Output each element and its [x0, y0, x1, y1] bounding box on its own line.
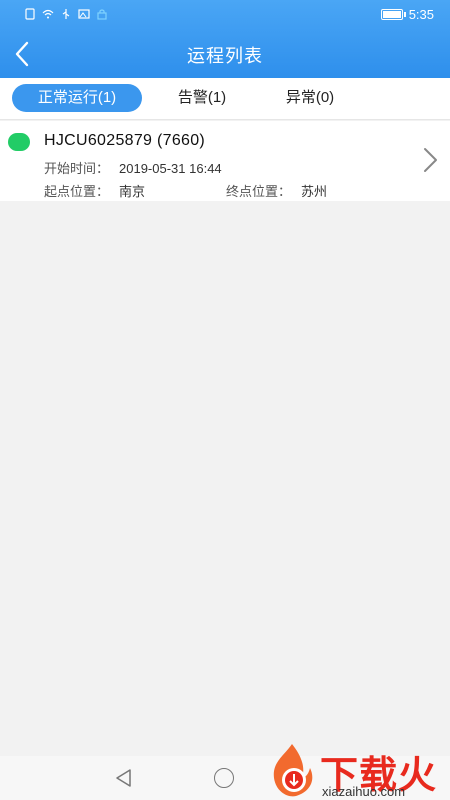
- lock-icon: [97, 9, 107, 20]
- chevron-right-icon: [424, 148, 437, 172]
- battery-icon: [380, 9, 406, 20]
- status-icons: [24, 8, 108, 20]
- status-dot: [8, 133, 30, 151]
- tab-normal[interactable]: 正常运行(1): [12, 84, 142, 112]
- end-pos-label: 终点位置：: [226, 184, 292, 199]
- flame-logo-icon: [273, 744, 313, 797]
- start-time-label: 开始时间：: [44, 161, 110, 176]
- status-right: 5:35: [380, 7, 434, 22]
- wifi-icon: [42, 9, 54, 19]
- status-bar: 5:35: [0, 0, 450, 30]
- start-time-row: 开始时间： 2019-05-31 16:44: [44, 158, 222, 177]
- nav-home-icon[interactable]: [214, 768, 234, 788]
- trip-list-item[interactable]: HJCU6025879 (7660) 开始时间： 2019-05-31 16:44…: [0, 121, 450, 201]
- app-header: 5:35 运程列表: [0, 0, 450, 78]
- nav-bar: 运程列表: [0, 30, 450, 78]
- start-time-value: 2019-05-31 16:44: [119, 161, 222, 176]
- usb-icon: [62, 9, 70, 19]
- image-icon: [78, 9, 90, 19]
- start-pos-row: 起点位置： 南京: [44, 181, 145, 200]
- start-pos-value: 南京: [119, 184, 146, 199]
- tab-abnormal[interactable]: 异常(0): [268, 84, 352, 112]
- sim-icon: [25, 8, 35, 20]
- tab-bar: 正常运行(1) 告警(1) 异常(0): [0, 78, 450, 120]
- tab-alarm[interactable]: 告警(1): [160, 84, 244, 112]
- watermark: 下载火 xiazaihuo.com: [262, 740, 450, 800]
- page-title: 运程列表: [187, 46, 263, 66]
- end-pos-value: 苏州: [301, 184, 328, 199]
- end-pos-row: 终点位置： 苏州: [226, 181, 327, 200]
- status-time: 5:35: [408, 7, 434, 22]
- nav-back-icon[interactable]: [114, 768, 134, 788]
- battery-level: [382, 11, 401, 18]
- watermark-subtitle: xiazaihuo.com: [322, 784, 406, 799]
- start-pos-label: 起点位置：: [44, 184, 110, 199]
- container-code: HJCU6025879 (7660): [44, 132, 206, 149]
